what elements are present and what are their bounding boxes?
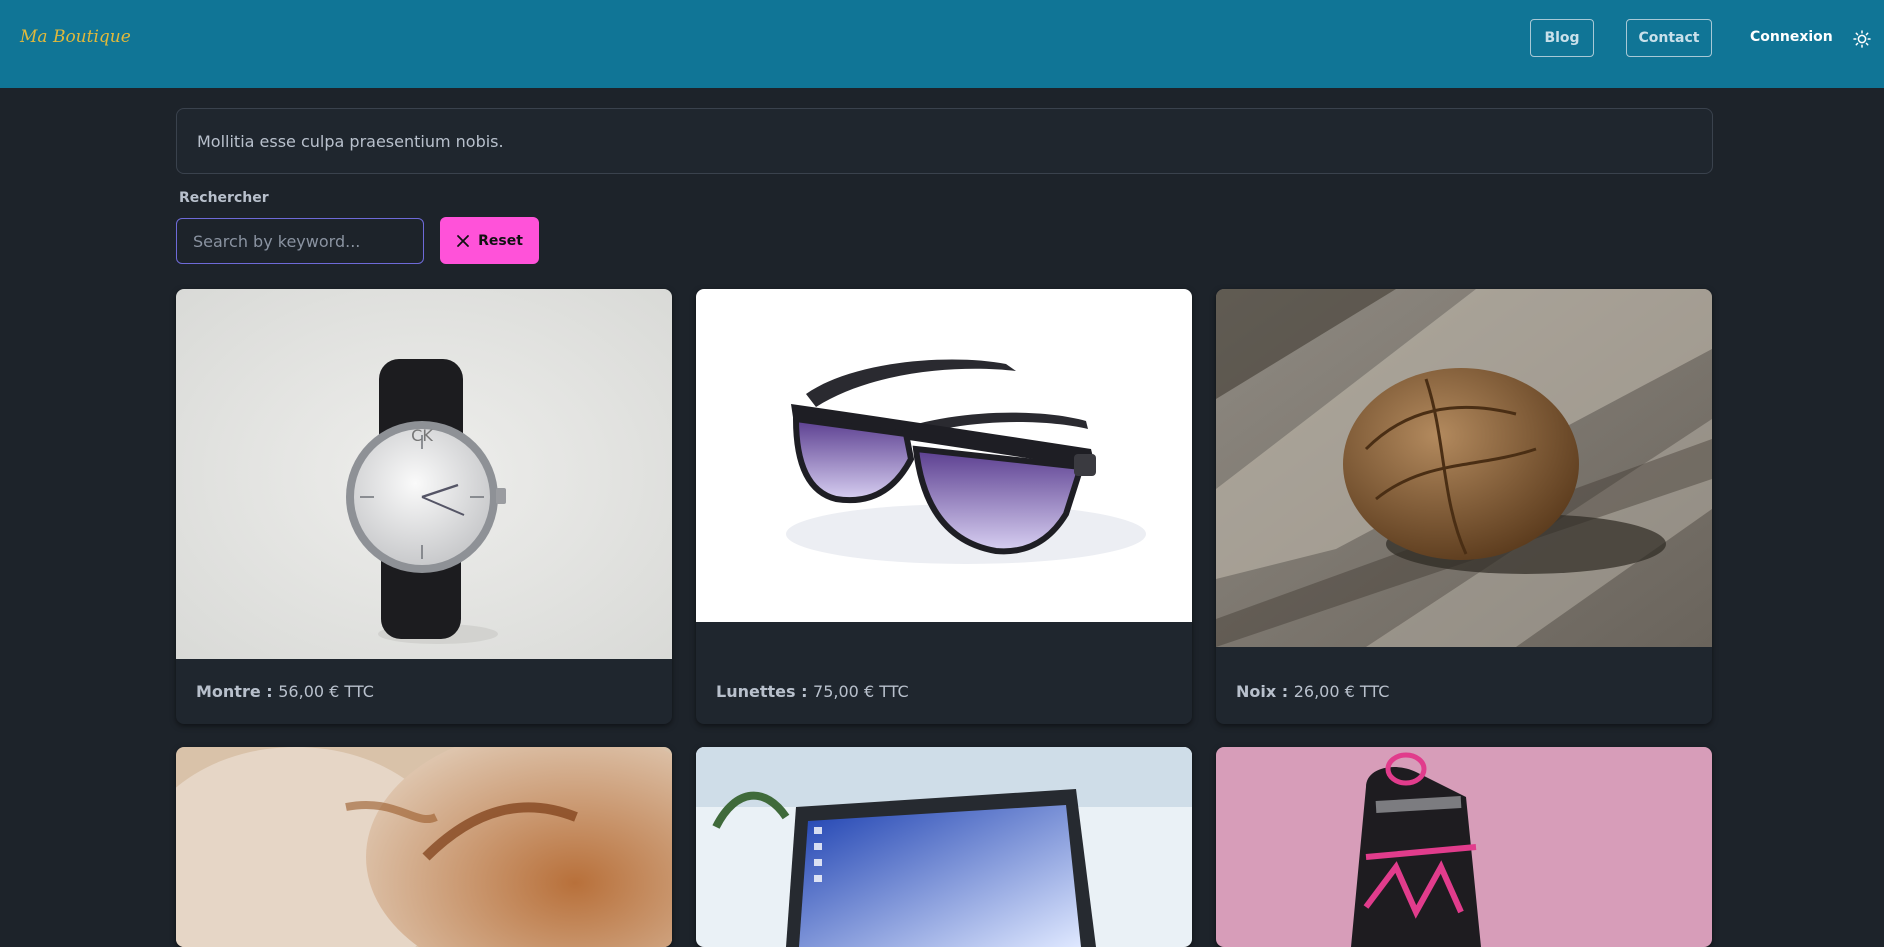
product-image-sunglasses — [696, 289, 1192, 622]
product-name: Noix : — [1236, 682, 1294, 701]
product-card[interactable] — [1216, 747, 1712, 947]
nav-contact-button[interactable]: Contact — [1626, 19, 1712, 57]
product-caption: Noix : 26,00 € TTC — [1236, 682, 1389, 701]
reset-button[interactable]: Reset — [440, 217, 539, 264]
brand-logo[interactable]: Ma Boutique — [20, 27, 131, 47]
reset-button-label: Reset — [478, 232, 523, 249]
product-name: Montre : — [196, 682, 279, 701]
svg-text:CK: CK — [411, 426, 433, 445]
product-image-walnut — [1216, 289, 1712, 647]
product-caption: Lunettes : 75,00 € TTC — [716, 682, 909, 701]
login-link[interactable]: Connexion — [1750, 29, 1833, 45]
product-price: 26,00 € TTC — [1293, 682, 1390, 701]
sun-icon[interactable] — [1853, 30, 1871, 48]
product-name: Lunettes : — [716, 682, 814, 701]
info-banner: Mollitia esse culpa praesentium nobis. — [176, 108, 1713, 174]
product-card[interactable]: CK Montre : 56,00 € TTC — [176, 289, 672, 724]
product-price: 75,00 € TTC — [813, 682, 909, 701]
product-price: 56,00 € TTC — [278, 682, 374, 701]
product-caption: Montre : 56,00 € TTC — [196, 682, 374, 701]
nav-blog-button[interactable]: Blog — [1530, 19, 1594, 57]
product-image-inline-skate — [1216, 747, 1712, 947]
product-card[interactable] — [696, 747, 1192, 947]
product-card[interactable] — [176, 747, 672, 947]
product-image-laptop — [696, 747, 1192, 947]
product-card[interactable]: Lunettes : 75,00 € TTC — [696, 289, 1192, 724]
search-label: Rechercher — [179, 190, 269, 206]
search-input[interactable] — [176, 218, 424, 264]
product-image-wristwatch: CK — [176, 289, 672, 659]
close-icon — [457, 234, 469, 247]
navbar: Ma Boutique Blog Contact Connexion — [0, 0, 1884, 88]
banner-text: Mollitia esse culpa praesentium nobis. — [197, 131, 504, 151]
product-card[interactable]: Noix : 26,00 € TTC — [1216, 289, 1712, 724]
product-image-bread — [176, 747, 672, 947]
